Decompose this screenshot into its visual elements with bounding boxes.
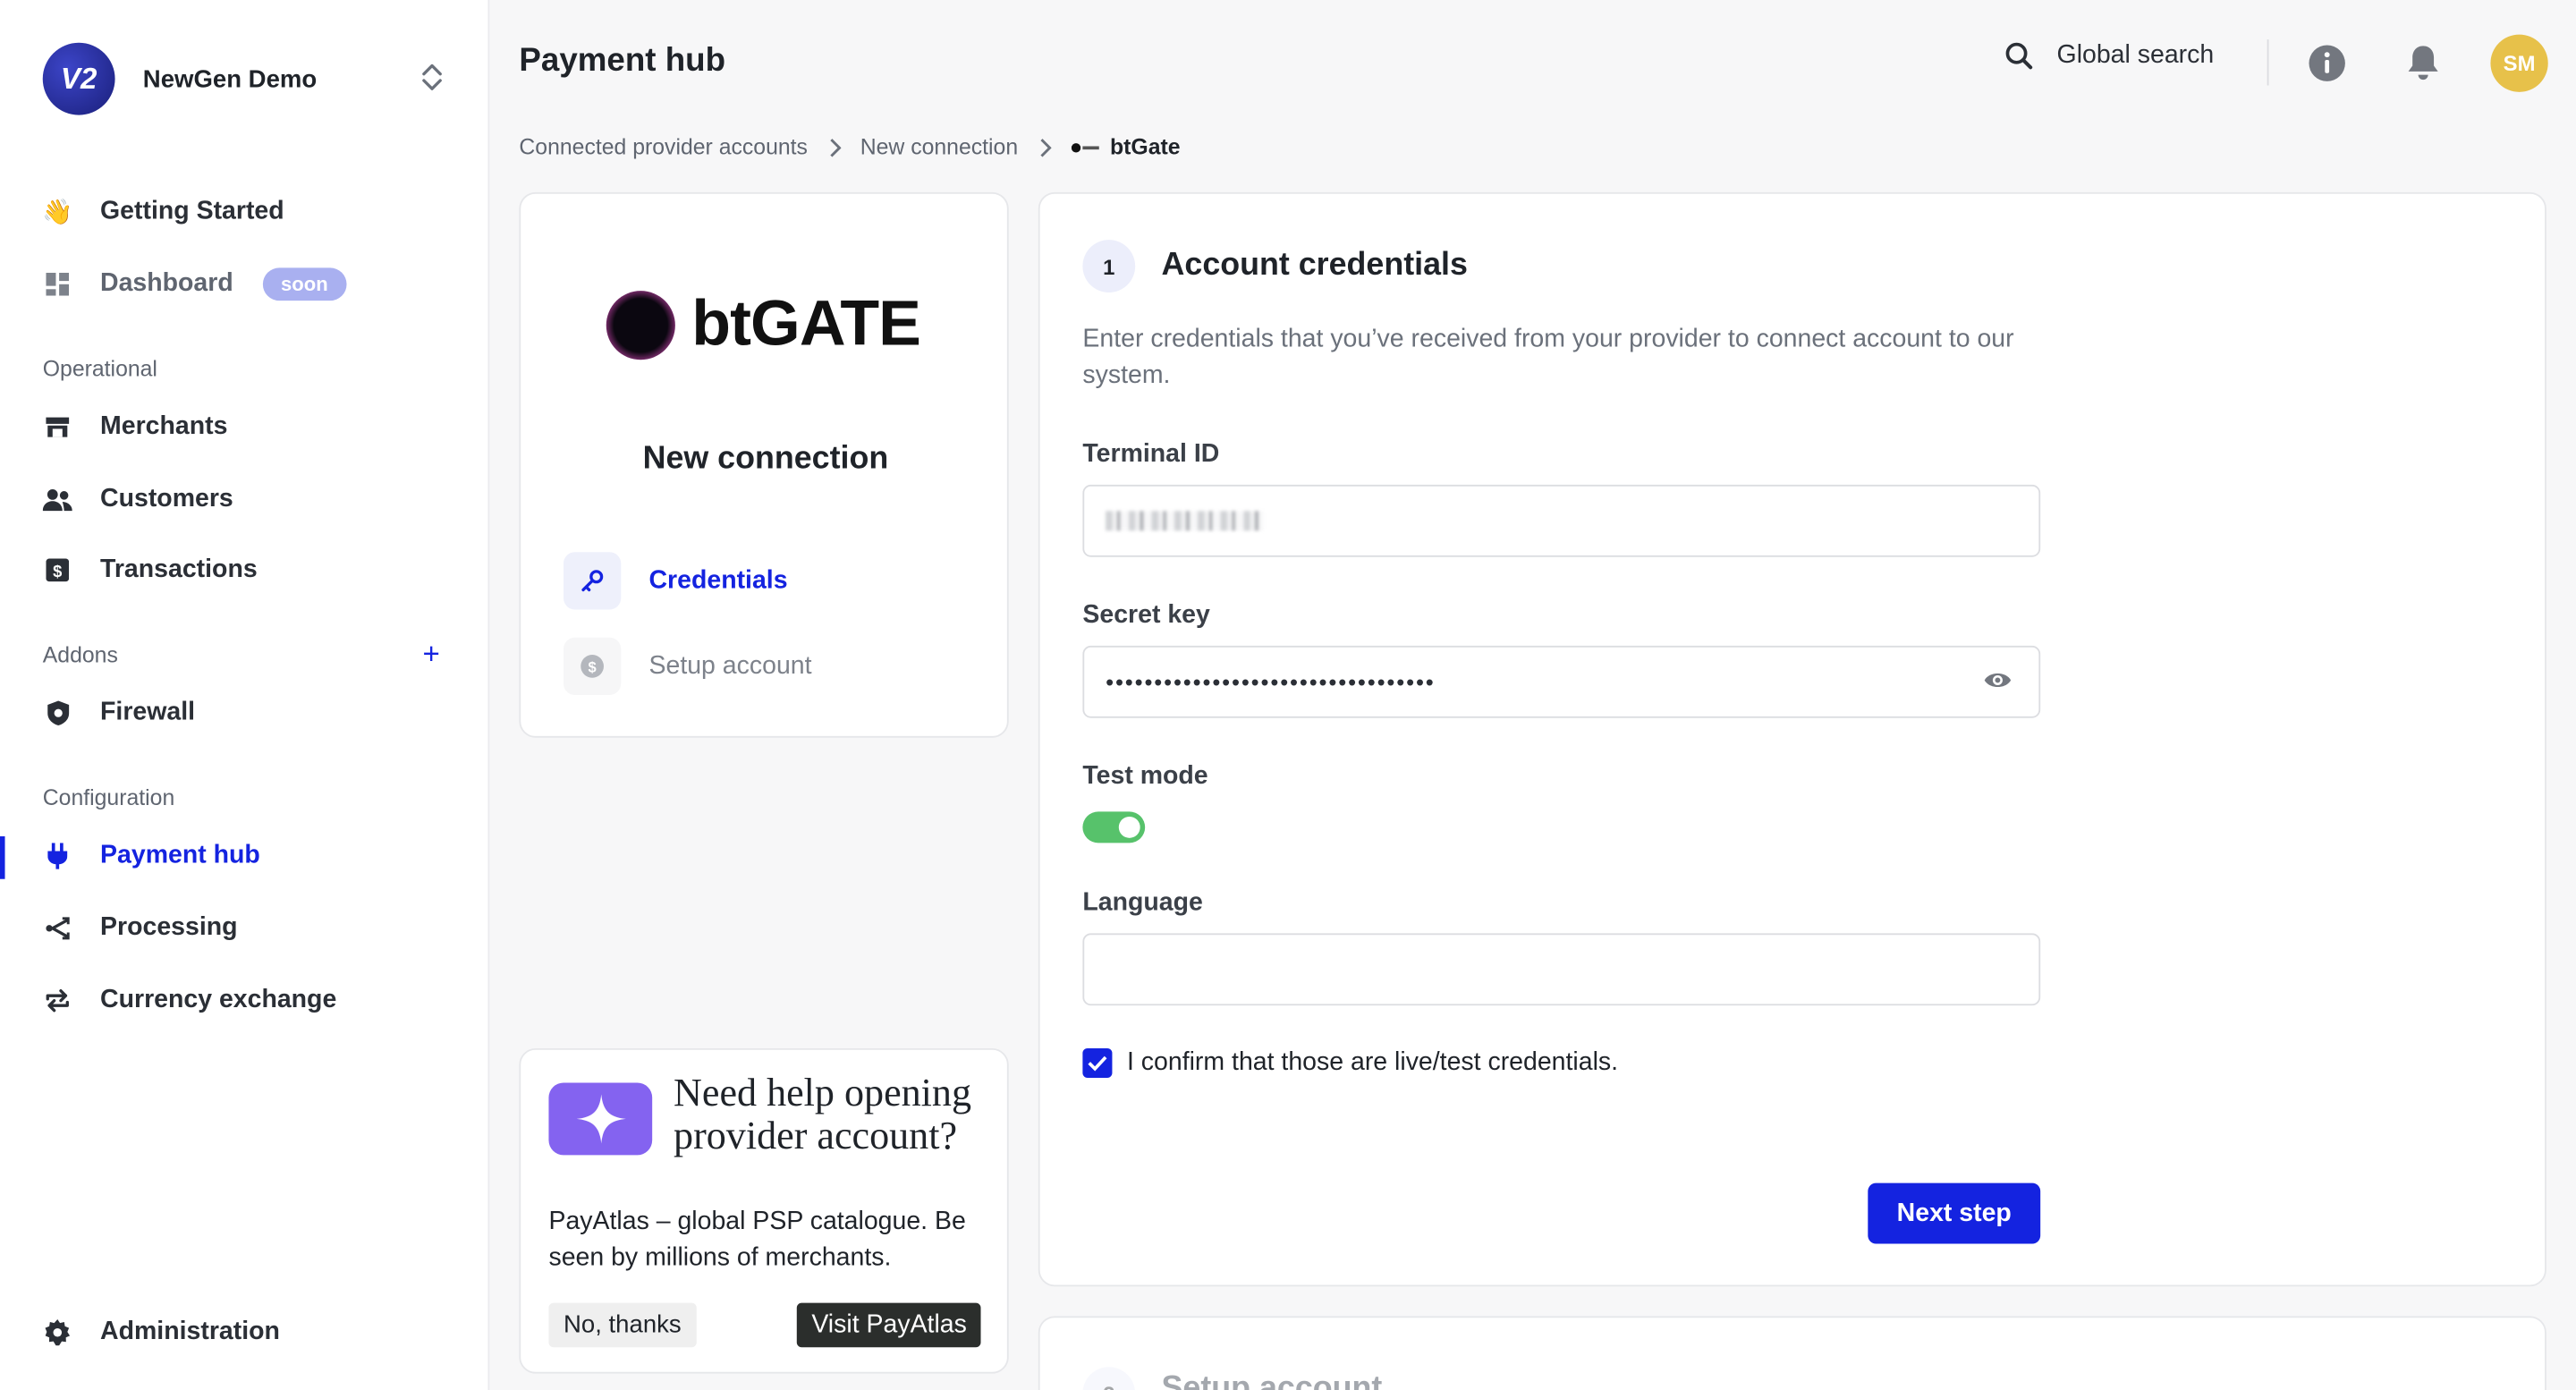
exchange-icon — [43, 986, 72, 1015]
key-icon — [563, 552, 622, 610]
secret-key-value: •••••••••••••••••••••••••••••••••• — [1106, 668, 1436, 696]
global-search-label: Global search — [2056, 40, 2215, 70]
active-indicator — [0, 835, 5, 879]
store-icon — [43, 412, 72, 442]
section-title: Account credentials — [1161, 246, 1468, 283]
step-setup-account[interactable]: $ Setup account — [563, 637, 812, 696]
sidebar-item-merchants[interactable]: Merchants — [43, 408, 228, 447]
svg-text:$: $ — [589, 658, 597, 675]
breadcrumb-item[interactable]: New connection — [860, 135, 1018, 160]
sidebar: V2 NewGen Demo 👋 Getting Started Dashboa… — [0, 0, 490, 1390]
confirm-label: I confirm that those are live/test crede… — [1126, 1047, 1619, 1077]
add-addon-icon[interactable]: + — [419, 640, 444, 669]
sidebar-item-label: Currency exchange — [100, 986, 337, 1014]
chevron-right-icon — [829, 138, 841, 157]
sidebar-item-payment-hub[interactable]: Payment hub — [43, 836, 260, 876]
dollar-icon: $ — [43, 555, 72, 585]
language-select[interactable] — [1082, 933, 2041, 1006]
provider-logo-text: btGATE — [691, 289, 921, 360]
terminal-id-field[interactable] — [1082, 484, 2041, 557]
bell-icon[interactable] — [2405, 43, 2441, 82]
dashboard-icon — [43, 269, 72, 299]
split-icon — [43, 913, 72, 943]
sidebar-item-label: Getting Started — [100, 197, 284, 225]
sidebar-item-label: Dashboard — [100, 269, 233, 298]
dollar-circle-icon: $ — [563, 637, 622, 696]
terminal-id-label: Terminal ID — [1082, 440, 1220, 469]
btgate-orb-icon — [606, 291, 675, 360]
section-operational: Operational — [42, 356, 157, 382]
redacted-value — [1106, 511, 1264, 531]
sidebar-item-label: Merchants — [100, 412, 228, 441]
sidebar-item-firewall[interactable]: Firewall — [43, 693, 195, 733]
section-configuration: Configuration — [42, 785, 175, 810]
sidebar-item-label: Customers — [100, 484, 233, 513]
page: V2 NewGen Demo 👋 Getting Started Dashboa… — [0, 0, 2576, 1390]
confirm-checkbox[interactable] — [1082, 1047, 1113, 1079]
sidebar-item-customers[interactable]: Customers — [42, 479, 233, 519]
test-mode-toggle[interactable] — [1082, 811, 1146, 843]
chevron-up-down-icon[interactable] — [419, 61, 445, 94]
shield-icon — [43, 699, 72, 728]
breadcrumb-current-label: btGate — [1110, 134, 1181, 160]
sidebar-item-label: Transactions — [100, 555, 258, 584]
page-title: Payment hub — [519, 42, 726, 80]
breadcrumb-current: btGate — [1071, 134, 1181, 160]
help-card: Need help opening provider account? PayA… — [519, 1047, 1009, 1374]
workspace-switcher[interactable]: V2 NewGen Demo — [42, 42, 318, 115]
sidebar-item-transactions[interactable]: $ Transactions — [43, 550, 258, 589]
credentials-card: 1 Account credentials Enter credentials … — [1038, 191, 2546, 1287]
step-number: 2 — [1082, 1367, 1136, 1390]
btgate-logo-icon — [1071, 142, 1099, 152]
no-thanks-button[interactable]: No, thanks — [548, 1302, 697, 1348]
sidebar-item-label: Payment hub — [100, 841, 260, 869]
connection-steps-card: btGATE New connection Credentials $ Setu… — [519, 191, 1009, 738]
sidebar-item-currency-exchange[interactable]: Currency exchange — [43, 981, 337, 1021]
sidebar-item-processing[interactable]: Processing — [43, 909, 238, 948]
next-step-button[interactable]: Next step — [1868, 1182, 2041, 1244]
secret-key-label: Secret key — [1082, 601, 1210, 630]
help-text: PayAtlas – global PSP catalogue. Be seen… — [548, 1208, 966, 1272]
section-addons: Addons — [42, 642, 118, 667]
soon-badge: soon — [262, 267, 346, 301]
language-label: Language — [1082, 888, 1203, 917]
section-title: Setup account — [1161, 1369, 1383, 1390]
breadcrumb: Connected provider accounts New connecti… — [519, 135, 1180, 160]
global-search[interactable]: Global search — [2004, 41, 2214, 71]
sidebar-item-dashboard[interactable]: Dashboard soon — [43, 265, 346, 304]
sidebar-item-label: Administration — [100, 1318, 280, 1346]
breadcrumb-item[interactable]: Connected provider accounts — [519, 135, 808, 160]
eye-icon[interactable] — [1983, 669, 2012, 692]
header-divider — [2267, 39, 2269, 86]
users-icon — [42, 485, 72, 514]
visit-payatlas-button[interactable]: Visit PayAtlas — [796, 1302, 982, 1348]
gear-icon — [43, 1318, 72, 1347]
test-mode-label: Test mode — [1082, 762, 1208, 791]
confirm-row[interactable]: I confirm that those are live/test crede… — [1082, 1047, 1619, 1079]
info-icon[interactable] — [2309, 45, 2346, 82]
sidebar-item-administration[interactable]: Administration — [43, 1313, 280, 1352]
connection-title: New connection — [642, 440, 889, 477]
secret-key-field[interactable]: •••••••••••••••••••••••••••••••••• — [1082, 645, 2041, 718]
avatar[interactable]: SM — [2490, 34, 2548, 92]
workspace-name: NewGen Demo — [142, 64, 318, 93]
waving-hand-icon: 👋 — [42, 199, 73, 227]
step-credentials[interactable]: Credentials — [563, 552, 788, 610]
sidebar-item-label: Processing — [100, 913, 238, 942]
chevron-right-icon — [1039, 138, 1051, 157]
search-icon — [2005, 42, 2033, 70]
sidebar-item-label: Firewall — [100, 698, 196, 726]
step-number: 1 — [1082, 240, 1136, 292]
provider-logo: btGATE — [606, 289, 921, 361]
setup-account-card: 2 Setup account — [1038, 1316, 2546, 1390]
step-label: Setup account — [648, 651, 812, 680]
section-description: Enter credentials that you’ve received f… — [1082, 325, 2014, 390]
svg-text:$: $ — [53, 562, 62, 581]
workspace-logo: V2 — [42, 42, 115, 115]
help-title: Need help opening provider account? — [674, 1072, 972, 1159]
step-label: Credentials — [648, 565, 788, 595]
plug-icon — [43, 841, 72, 870]
sparkle-icon — [548, 1082, 653, 1156]
sidebar-item-getting-started[interactable]: 👋 Getting Started — [42, 192, 284, 232]
